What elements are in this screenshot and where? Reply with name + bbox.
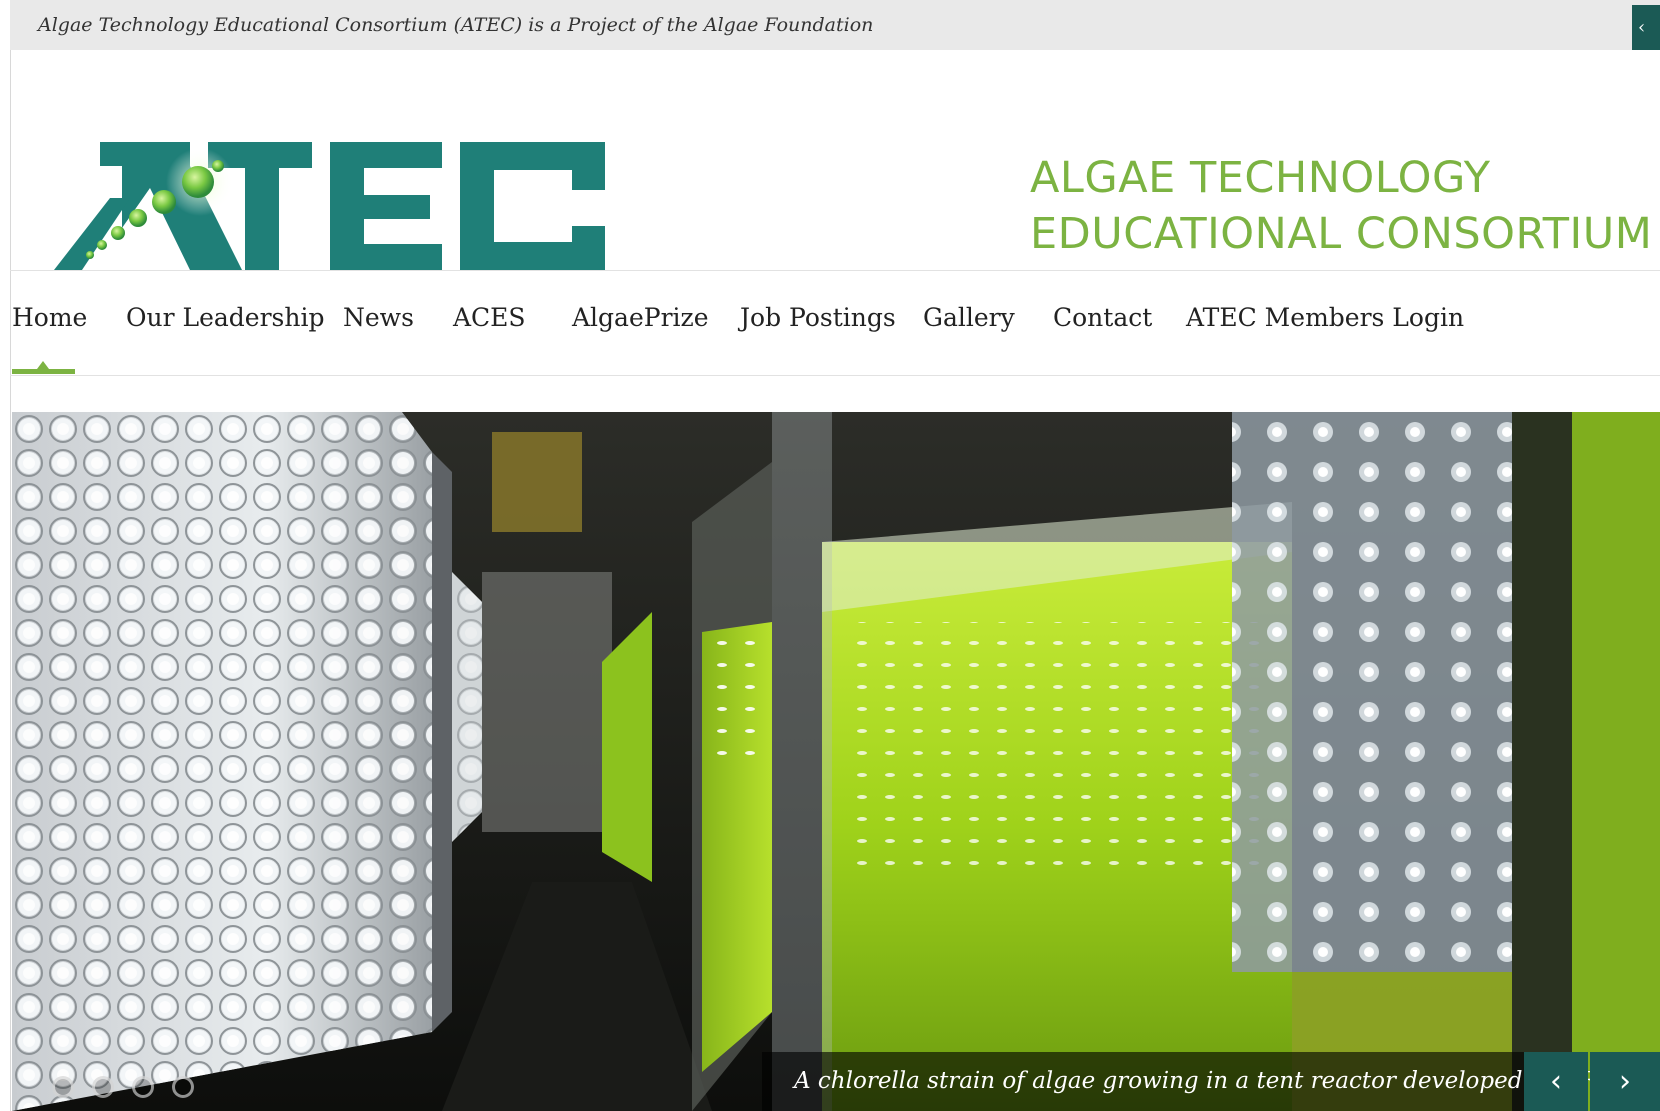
slider-pagination — [52, 1076, 194, 1098]
active-nav-caret — [37, 361, 49, 369]
nav-item-news[interactable]: News — [343, 303, 414, 332]
atec-logo-graphic — [54, 142, 605, 270]
tagline-line-1: ALGAE TECHNOLOGY — [1030, 153, 1491, 203]
site-tagline: ALGAE TECHNOLOGY EDUCATIONAL CONSORTIUM — [1030, 150, 1652, 262]
hero-slider: A chlorella strain of algae growing in a… — [12, 412, 1660, 1111]
hero-photo-algae-reactor — [12, 412, 1660, 1111]
topbar-text: Algae Technology Educational Consortium … — [38, 14, 874, 36]
slide-caption-text: A chlorella strain of algae growing in a… — [794, 1068, 1630, 1094]
nav-item-contact[interactable]: Contact — [1053, 303, 1152, 332]
active-nav-indicator — [12, 369, 75, 374]
nav-item-home[interactable]: Home — [12, 303, 87, 332]
slide-caption: A chlorella strain of algae growing in a… — [762, 1052, 1630, 1111]
chevron-right-icon: › — [1619, 1064, 1631, 1099]
nav-item-algaeprize[interactable]: AlgaePrize — [572, 303, 709, 332]
nav-item-atec-members-login[interactable]: ATEC Members Login — [1186, 303, 1464, 332]
slider-prev-button[interactable]: ‹ — [1524, 1052, 1588, 1111]
topbar-toggle-button[interactable]: ‹ — [1632, 5, 1660, 50]
tagline-line-2: EDUCATIONAL CONSORTIUM — [1030, 209, 1653, 259]
nav-item-gallery[interactable]: Gallery — [923, 303, 1015, 332]
slider-dot[interactable] — [52, 1076, 74, 1098]
chevron-left-icon: ‹ — [1550, 1064, 1562, 1099]
slider-dot[interactable] — [172, 1076, 194, 1098]
atec-logo[interactable] — [40, 78, 620, 278]
slider-next-button[interactable]: › — [1590, 1052, 1660, 1111]
site-header: ALGAE TECHNOLOGY EDUCATIONAL CONSORTIUM — [10, 50, 1660, 270]
top-info-bar: Algae Technology Educational Consortium … — [10, 0, 1660, 50]
nav-item-aces[interactable]: ACES — [453, 303, 526, 332]
nav-item-job-postings[interactable]: Job Postings — [740, 303, 896, 332]
nav-item-our-leadership[interactable]: Our Leadership — [126, 303, 324, 332]
slider-dot[interactable] — [92, 1076, 114, 1098]
chevron-left-icon: ‹ — [1638, 17, 1646, 38]
main-navigation: Home Our Leadership News ACES AlgaePrize… — [10, 270, 1660, 376]
slider-dot[interactable] — [132, 1076, 154, 1098]
